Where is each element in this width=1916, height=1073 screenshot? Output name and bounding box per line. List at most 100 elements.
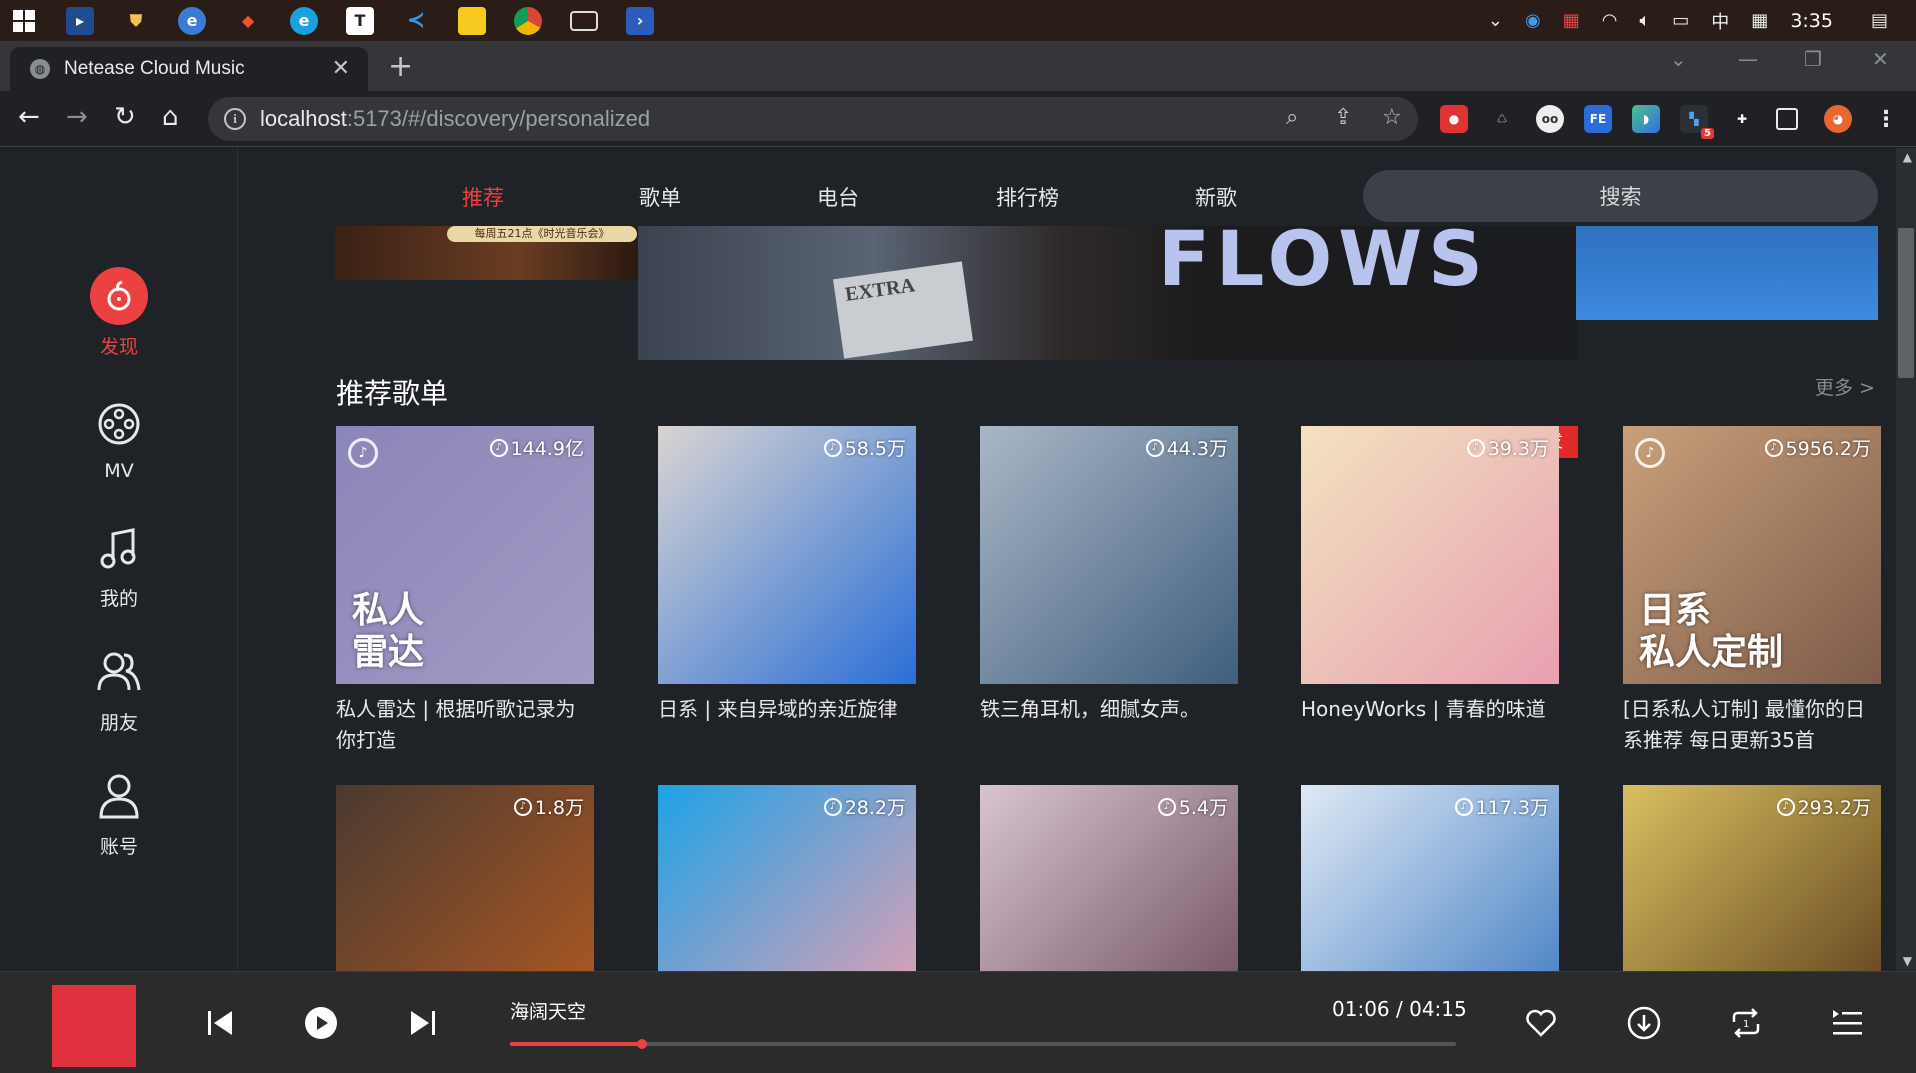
- address-bar[interactable]: i localhost:5173/#/discovery/personalize…: [208, 97, 1418, 141]
- volume-icon[interactable]: 🔈︎: [1639, 10, 1650, 31]
- edge-beta-icon[interactable]: e: [178, 6, 206, 35]
- song-title: 海阔天空: [510, 1001, 587, 1023]
- tab-charts[interactable]: 排行榜: [996, 182, 1059, 212]
- playlist-queue-icon[interactable]: [1830, 1006, 1864, 1042]
- playlist-cover[interactable]: ♪ 44.3万: [980, 426, 1238, 684]
- banner-left-strip: 每周五21点《时光音乐会》: [447, 226, 637, 242]
- playlist-name[interactable]: HoneyWorks | 青春的味道: [1301, 694, 1559, 725]
- ime-label[interactable]: 中: [1711, 8, 1729, 34]
- edge-icon[interactable]: e: [290, 6, 318, 35]
- ext-glasses-icon[interactable]: oo: [1536, 105, 1564, 133]
- browser-tab[interactable]: ◍ Netease Cloud Music ✕: [10, 47, 368, 91]
- forward-icon[interactable]: →: [66, 102, 88, 132]
- minimize-icon[interactable]: —: [1738, 47, 1758, 71]
- album-art[interactable]: [52, 985, 136, 1067]
- playlist-cover[interactable]: ♪ ♪ 144.9亿 私人 雷达: [336, 426, 594, 684]
- sidebar-item-label: MV: [104, 460, 134, 482]
- tray-color-icon[interactable]: ▦: [1563, 10, 1580, 31]
- scroll-thumb[interactable]: [1898, 228, 1914, 378]
- tab-search-icon[interactable]: ⌄: [1670, 47, 1687, 71]
- playlist-name[interactable]: 私人雷达 | 根据听歌记录为你打造: [336, 694, 594, 756]
- playlist-name[interactable]: 日系 | 来自异域的亲近旋律: [658, 694, 916, 725]
- shield-icon[interactable]: ⛊: [122, 7, 150, 35]
- windows-start-icon[interactable]: [10, 7, 38, 35]
- playlist-cover[interactable]: ♪ ♪ 5956.2万 日系 私人定制: [1623, 426, 1881, 684]
- url-text[interactable]: localhost:5173/#/discovery/personalized: [260, 106, 650, 132]
- sidebar-item-friends[interactable]: 朋友: [0, 642, 238, 735]
- notification-icon[interactable]: ▤: [1871, 10, 1888, 31]
- playlist-cover[interactable]: ♪ 39.3万: [1301, 426, 1559, 684]
- home-icon[interactable]: ⌂: [162, 102, 179, 132]
- chevron-up-icon[interactable]: ⌄: [1488, 10, 1503, 31]
- typora-icon[interactable]: T: [346, 6, 374, 35]
- playlist-card[interactable]: ♪ 58.5万日系 | 来自异域的亲近旋律: [658, 426, 916, 725]
- banner-slide-right[interactable]: [1576, 220, 1878, 320]
- chrome-menu-icon[interactable]: ⋮: [1872, 105, 1900, 133]
- side-panel-icon[interactable]: [1776, 108, 1798, 130]
- playlist-card[interactable]: ♪ 44.3万铁三角耳机，细腻女声。: [980, 426, 1238, 725]
- tray-app-icon[interactable]: ◉: [1525, 10, 1541, 31]
- sidebar-item-label: 账号: [99, 836, 138, 858]
- ext-red-icon[interactable]: ●: [1440, 105, 1468, 133]
- more-link[interactable]: 更多 >: [1815, 373, 1875, 400]
- search-button[interactable]: 搜索: [1363, 170, 1878, 222]
- next-track-icon[interactable]: [408, 1008, 438, 1042]
- sticky-notes-icon[interactable]: [458, 6, 486, 35]
- vscode-icon[interactable]: ≺: [402, 7, 430, 35]
- top-nav: 推荐 歌单 电台 排行榜 新歌 搜索: [238, 148, 1896, 226]
- prev-track-icon[interactable]: [205, 1008, 235, 1042]
- playlist-card[interactable]: ♪ ♪ 144.9亿 私人 雷达私人雷达 | 根据听歌记录为你打造: [336, 426, 594, 756]
- sidebar-item-discover[interactable]: 发现: [0, 266, 238, 359]
- ext-vue-icon[interactable]: ◗: [1632, 105, 1660, 133]
- like-heart-icon[interactable]: [1525, 1008, 1557, 1042]
- zoom-icon[interactable]: ⌕: [1286, 105, 1298, 130]
- chrome-icon[interactable]: [514, 6, 542, 35]
- tab-recommend[interactable]: 推荐: [462, 182, 504, 212]
- page-scrollbar[interactable]: ▲ ▼: [1896, 148, 1916, 970]
- new-tab-icon[interactable]: +: [388, 49, 413, 84]
- repeat-one-icon[interactable]: 1: [1728, 1006, 1764, 1044]
- bookmark-star-icon[interactable]: ☆: [1382, 105, 1402, 130]
- git-icon[interactable]: ◆: [234, 7, 262, 35]
- scroll-down-icon[interactable]: ▼: [1903, 954, 1912, 968]
- progress-bar[interactable]: [510, 1039, 1456, 1049]
- progress-knob[interactable]: [637, 1039, 648, 1049]
- share-icon[interactable]: ⇪: [1334, 105, 1352, 130]
- playlist-cover[interactable]: ♪ 58.5万: [658, 426, 916, 684]
- profile-avatar[interactable]: ◕: [1824, 105, 1852, 133]
- playlist-name[interactable]: [日系私人订制] 最懂你的日系推荐 每日更新35首: [1623, 694, 1881, 756]
- ext-fe-icon[interactable]: FE: [1584, 105, 1612, 133]
- wifi-icon[interactable]: ◠: [1602, 10, 1618, 31]
- screen-icon[interactable]: [570, 10, 598, 31]
- battery-icon[interactable]: ▭: [1672, 10, 1689, 31]
- playlist-name[interactable]: 铁三角耳机，细腻女声。: [980, 694, 1238, 725]
- keyboard-grid-icon[interactable]: ▦: [1751, 10, 1768, 31]
- sidebar-item-account[interactable]: 账号: [0, 766, 238, 859]
- puzzle-icon[interactable]: ✚: [1728, 105, 1756, 133]
- ext-grid-icon[interactable]: ▚ 5: [1680, 105, 1714, 139]
- play-icon[interactable]: [304, 1006, 338, 1044]
- reload-icon[interactable]: ↻: [114, 102, 136, 132]
- tab-radio[interactable]: 电台: [817, 182, 859, 212]
- clock[interactable]: 3:35: [1790, 10, 1833, 32]
- close-window-icon[interactable]: ✕: [1872, 47, 1889, 71]
- banner-slide-left[interactable]: 每周五21点《时光音乐会》: [335, 220, 640, 280]
- restore-icon[interactable]: ❐: [1804, 47, 1822, 71]
- sidebar-item-mine[interactable]: 我的: [0, 518, 238, 611]
- scroll-up-icon[interactable]: ▲: [1903, 150, 1912, 164]
- playlist-card[interactable]: ♪ 39.3万 HoneyWorks | 青春的味道: [1301, 426, 1559, 725]
- tab-playlists[interactable]: 歌单: [639, 182, 681, 212]
- download-icon[interactable]: [1627, 1006, 1661, 1044]
- banner-slide-center[interactable]: EXTRA FLOWS: [638, 220, 1578, 360]
- powershell-icon[interactable]: ›: [626, 6, 654, 35]
- info-icon[interactable]: i: [224, 108, 246, 130]
- sidebar-item-mv[interactable]: MV: [0, 394, 238, 482]
- play-count-value: 1.8万: [534, 797, 584, 819]
- netease-logo-icon: ♪: [348, 438, 378, 468]
- tab-new-songs[interactable]: 新歌: [1195, 182, 1237, 212]
- terminal-icon[interactable]: ▸: [66, 6, 94, 35]
- close-tab-icon[interactable]: ✕: [332, 56, 350, 81]
- playlist-card[interactable]: ♪ ♪ 5956.2万 日系 私人定制 [日系私人订制] 最懂你的日系推荐 每日更新35…: [1623, 426, 1881, 756]
- back-icon[interactable]: ←: [18, 102, 40, 132]
- ext-recycle-icon[interactable]: ♺: [1488, 105, 1516, 133]
